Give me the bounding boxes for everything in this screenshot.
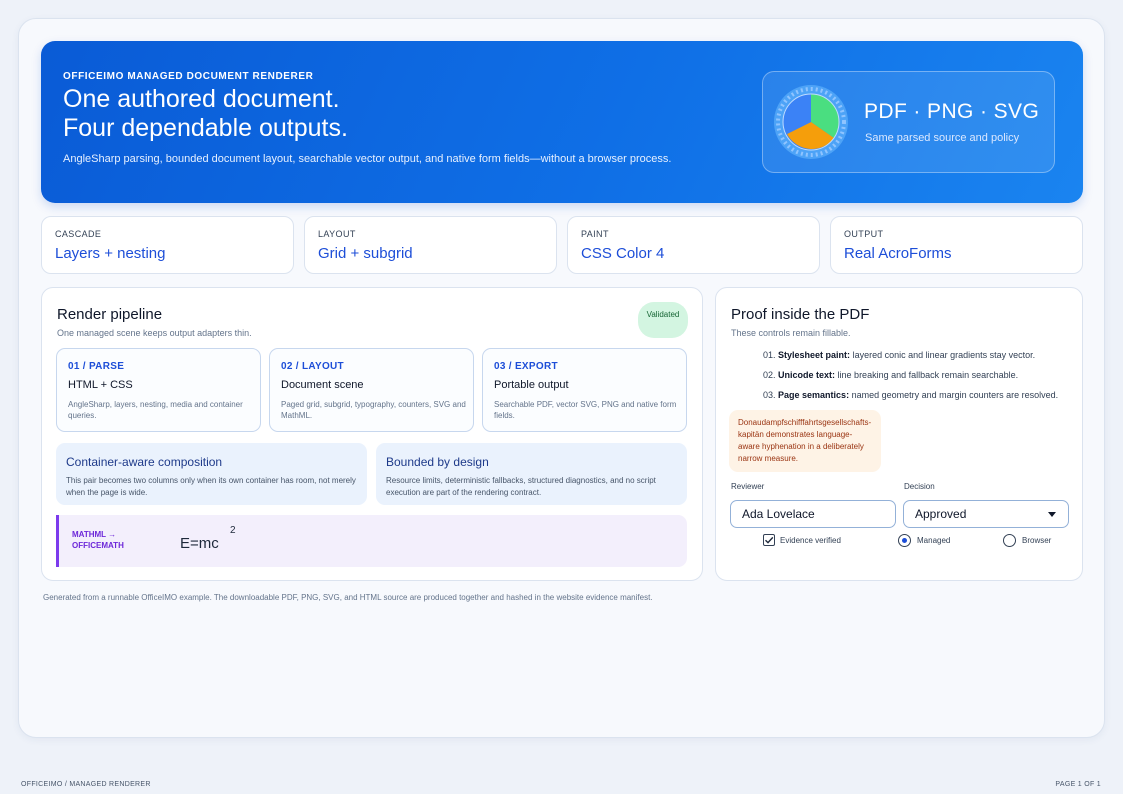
hyphenation-sample: Donaudampfschifffahrtsgesellschafts-kapi…: [729, 410, 881, 472]
list-text: line breaking and fallback remain search…: [835, 370, 1019, 380]
stat-value: Layers + nesting: [55, 245, 166, 262]
checkmark-icon: [765, 536, 774, 544]
hero-eyebrow: OFFICEIMO MANAGED DOCUMENT RENDERER: [63, 71, 314, 82]
reviewer-label: Reviewer: [731, 482, 765, 491]
output-formats: PDF · PNG · SVG: [864, 100, 1040, 123]
step-parse: 01 / PARSE HTML + CSS AngleSharp, layers…: [56, 348, 261, 432]
list-number: 01.: [763, 350, 776, 360]
feature-bounded: Bounded by design Resource limits, deter…: [376, 443, 687, 505]
decision-label: Decision: [904, 482, 935, 491]
output-formats-sub: Same parsed source and policy: [865, 132, 1020, 144]
evidence-checkbox[interactable]: Evidence verified: [763, 534, 841, 546]
step-title: HTML + CSS: [68, 379, 133, 391]
step-desc: Paged grid, subgrid, typography, counter…: [281, 400, 466, 420]
list-text: named geometry and margin counters are r…: [849, 390, 1059, 400]
radio-label: Browser: [1022, 536, 1052, 545]
list-item: 03. Page semantics: named geometry and m…: [763, 390, 1083, 410]
step-number: 03 / EXPORT: [494, 361, 558, 372]
hero-title-line2: Four dependable outputs.: [63, 114, 348, 142]
radio-label: Managed: [917, 536, 951, 545]
reviewer-value: Ada Lovelace: [742, 507, 815, 521]
stat-value: Grid + subgrid: [318, 245, 413, 262]
step-layout: 02 / LAYOUT Document scene Paged grid, s…: [269, 348, 474, 432]
mathml-tag: MATHML → OFFICEMATH: [72, 529, 124, 551]
footer-right: PAGE 1 OF 1: [1055, 781, 1101, 788]
feature-title: Container-aware composition: [66, 455, 223, 469]
radio-button-browser[interactable]: [1003, 534, 1016, 547]
step-number: 02 / LAYOUT: [281, 361, 344, 372]
stat-paint: PAINT CSS Color 4: [567, 216, 820, 274]
radio-selected-dot: [902, 538, 907, 543]
stat-output: OUTPUT Real AcroForms: [830, 216, 1083, 274]
validated-badge: Validated: [638, 302, 688, 338]
checkbox-box[interactable]: [763, 534, 775, 546]
list-term: Unicode text:: [778, 370, 836, 380]
reviewer-field[interactable]: Ada Lovelace: [730, 500, 896, 528]
feature-title: Bounded by design: [386, 455, 489, 469]
document-page: OFFICEIMO MANAGED DOCUMENT RENDERER One …: [18, 18, 1105, 738]
step-desc: AngleSharp, layers, nesting, media and c…: [68, 400, 243, 420]
list-item: 01. Stylesheet paint: layered conic and …: [763, 350, 1083, 370]
hero-title: One authored document. Four dependable o…: [63, 85, 348, 143]
pipeline-title: Render pipeline: [57, 306, 163, 323]
chevron-down-icon: [1048, 512, 1056, 517]
hero-lede: AngleSharp parsing, bounded document lay…: [63, 153, 672, 165]
conic-disc-icon: [774, 85, 848, 159]
pipeline-caption: One managed scene keeps output adapters …: [57, 328, 252, 338]
proof-list: 01. Stylesheet paint: layered conic and …: [763, 350, 1083, 410]
hero-banner: OFFICEIMO MANAGED DOCUMENT RENDERER One …: [41, 41, 1083, 203]
stat-value: CSS Color 4: [581, 245, 665, 262]
list-term: Stylesheet paint:: [778, 350, 851, 360]
output-formats-badge: PDF · PNG · SVG Same parsed source and p…: [762, 71, 1055, 173]
feature-desc: This pair becomes two columns only when …: [66, 476, 356, 497]
list-term: Page semantics:: [778, 390, 850, 400]
stat-key: PAINT: [581, 229, 609, 239]
step-number: 01 / PARSE: [68, 361, 125, 372]
math-exponent: 2: [230, 525, 236, 536]
proof-card: Proof inside the PDF These controls rema…: [715, 287, 1083, 581]
decision-value: Approved: [915, 507, 967, 521]
hero-title-line1: One authored document.: [63, 85, 340, 113]
list-item: 02. Unicode text: line breaking and fall…: [763, 370, 1083, 390]
stat-value: Real AcroForms: [844, 245, 952, 262]
mathml-sample: MATHML → OFFICEMATH E=mc 2: [56, 515, 687, 567]
step-desc: Searchable PDF, vector SVG, PNG and nati…: [494, 400, 677, 420]
stat-cascade: CASCADE Layers + nesting: [41, 216, 294, 274]
mathml-tag-line2: OFFICEMATH: [72, 541, 124, 550]
list-number: 02.: [763, 370, 776, 380]
mathml-tag-line1: MATHML →: [72, 530, 117, 539]
stat-layout: LAYOUT Grid + subgrid: [304, 216, 557, 274]
proof-title: Proof inside the PDF: [731, 306, 870, 323]
checkbox-label: Evidence verified: [780, 535, 841, 545]
stat-key: LAYOUT: [318, 229, 356, 239]
render-pipeline-card: Render pipeline One managed scene keeps …: [41, 287, 703, 581]
decision-select[interactable]: Approved: [903, 500, 1069, 528]
footer-left: OFFICEIMO / MANAGED RENDERER: [21, 781, 151, 788]
step-title: Document scene: [281, 379, 364, 391]
radio-button-managed[interactable]: [898, 534, 911, 547]
radio-managed[interactable]: Managed: [898, 534, 950, 547]
math-expression: E=mc: [180, 535, 219, 552]
list-number: 03.: [763, 390, 776, 400]
radio-browser[interactable]: Browser: [1003, 534, 1051, 547]
footnote: Generated from a runnable OfficeIMO exam…: [43, 593, 653, 602]
feature-container-aware: Container-aware composition This pair be…: [56, 443, 367, 505]
proof-caption: These controls remain fillable.: [731, 328, 851, 338]
step-export: 03 / EXPORT Portable output Searchable P…: [482, 348, 687, 432]
stat-key: OUTPUT: [844, 229, 884, 239]
list-text: layered conic and linear gradients stay …: [850, 350, 1036, 360]
stat-key: CASCADE: [55, 229, 102, 239]
feature-desc: Resource limits, deterministic fallbacks…: [386, 476, 656, 497]
step-title: Portable output: [494, 379, 569, 391]
